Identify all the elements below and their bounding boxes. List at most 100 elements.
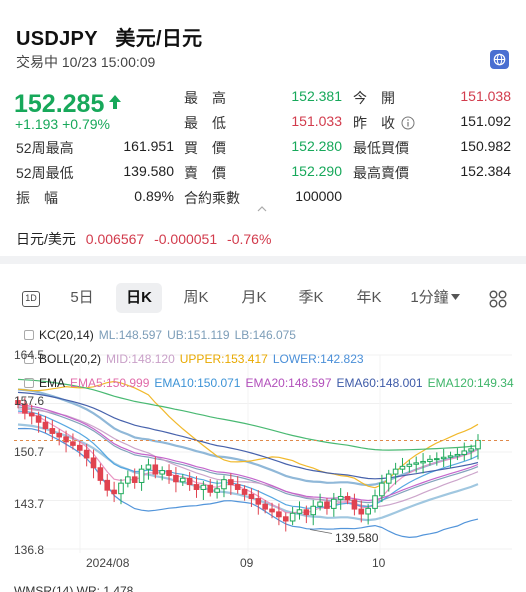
ema60: EMA60:148.001 [336, 376, 423, 390]
cross-change: -0.000051 [154, 231, 218, 247]
stat-value: 100000 [295, 188, 342, 204]
candle-body [255, 498, 262, 505]
candle-body [118, 482, 124, 495]
change-abs: +1.193 [15, 116, 59, 132]
candle-body [454, 453, 461, 457]
candle-body [434, 458, 440, 461]
candle-body [138, 468, 145, 483]
candle-body [35, 415, 42, 423]
y-tick-label: 136.8 [14, 543, 45, 557]
candle-body [104, 479, 111, 491]
candle-body [131, 476, 138, 483]
trade-status: 交易中 10/23 15:00:09 [16, 52, 155, 72]
candle-body [159, 470, 165, 475]
candle-body [344, 495, 351, 501]
candle-body [179, 477, 186, 483]
candle-body [269, 508, 275, 513]
stat-value: 152.290 [291, 163, 342, 179]
tab-monthly-k[interactable]: 月K [231, 283, 277, 313]
kc-ml: ML:148.597 [98, 328, 163, 342]
candle-body [241, 488, 248, 495]
candle-body [358, 508, 365, 515]
boll-name: BOLL(20,2) [39, 352, 102, 366]
candle-body [56, 432, 62, 438]
ema-name: EMA [39, 376, 66, 390]
stat-label: 最高賣價 [353, 165, 409, 181]
ema10: EMA10:150.071 [154, 376, 241, 390]
stat-label: 最 高 [184, 90, 226, 106]
candle-body [461, 450, 468, 455]
checkbox-icon[interactable] [24, 378, 34, 388]
up-arrow-icon [109, 95, 121, 109]
candle-body [303, 509, 310, 516]
calendar-1d-icon[interactable]: 1D [22, 291, 40, 307]
candle-body [351, 499, 358, 510]
stat-value: 161.951 [123, 138, 174, 154]
candle-body [331, 498, 337, 509]
candle-body [289, 512, 296, 522]
candle-body [406, 463, 413, 467]
stat-value: 139.580 [123, 163, 174, 179]
candle-body [475, 439, 481, 450]
low-annotation: 139.580 [335, 531, 379, 545]
candle-body [282, 516, 289, 522]
tab-yearly-k[interactable]: 年K [346, 283, 392, 313]
candle-body [379, 482, 385, 497]
stat-value: 152.384 [460, 163, 511, 179]
stat-value: 152.381 [291, 88, 342, 104]
stat-label: 振 幅 [16, 190, 58, 206]
info-icon[interactable] [401, 116, 415, 130]
kc-lb: LB:146.075 [234, 328, 296, 342]
candle-body [28, 412, 35, 417]
candle-body [70, 441, 76, 446]
candle-body [166, 470, 172, 476]
stat-label: 買 價 [184, 140, 226, 156]
candle-body [63, 436, 69, 443]
candle-body [468, 448, 474, 452]
symbol: USDJPY [16, 28, 98, 50]
candle-body [399, 465, 406, 470]
candle-body [42, 421, 49, 430]
candle-body [392, 468, 399, 475]
last-price: 152.285 [14, 90, 105, 118]
candle-body [207, 484, 214, 493]
status-text: 交易中 [16, 54, 58, 70]
x-tick-label: 10 [372, 556, 386, 570]
change-pct: +0.79% [62, 116, 110, 132]
x-tick-label: 09 [240, 556, 254, 570]
globe-icon[interactable] [490, 50, 509, 69]
header: USDJPY 美元/日元 交易中 10/23 15:00:09 [0, 0, 526, 78]
y-tick-label: 150.7 [14, 445, 45, 459]
tab-1min[interactable]: 1分鐘 [407, 283, 463, 313]
symbol-title: USDJPY 美元/日元 [16, 22, 202, 51]
tab-1min-label: 1分鐘 [410, 289, 449, 306]
kline-chart[interactable]: KC(20,14) ML:148.597 UB:151.119 LB:146.075 … [0, 322, 526, 592]
candle-body [296, 509, 303, 514]
candle-body [324, 501, 330, 509]
stat-value: 0.89% [134, 188, 174, 204]
candle-body [125, 476, 131, 484]
stat-value: 152.280 [291, 138, 342, 154]
tab-5d[interactable]: 5日 [58, 283, 106, 313]
tab-quarterly-k[interactable]: 季K [288, 283, 334, 313]
x-tick-label: 2024/08 [86, 556, 130, 570]
candle-body [440, 456, 447, 460]
tab-daily-k[interactable]: 日K [116, 283, 162, 313]
candle-body [49, 428, 56, 434]
kc-name: KC(20,14) [39, 328, 94, 342]
checkbox-icon[interactable] [24, 330, 34, 340]
candle-body [262, 503, 268, 510]
chevron-up-icon[interactable] [257, 206, 267, 212]
stat-label: 最低買價 [353, 140, 409, 156]
stat-label: 最 低 [184, 115, 226, 131]
tab-weekly-k[interactable]: 周K [173, 283, 219, 313]
stat-value: 151.038 [460, 88, 511, 104]
y-tick-label: 164.5 [14, 348, 45, 362]
grid-layout-icon[interactable] [489, 290, 507, 308]
kc-ub: UB:151.119 [167, 328, 230, 342]
stat-label: 合約乘數 [184, 190, 240, 206]
boll-legend: BOLL(20,2) MID:148.120 UPPER:153.417 LOWER:… [24, 352, 369, 366]
stat-label: 昨 收 [353, 115, 395, 131]
boll-upper: UPPER:153.417 [179, 352, 268, 366]
stat-value: 150.982 [460, 138, 511, 154]
